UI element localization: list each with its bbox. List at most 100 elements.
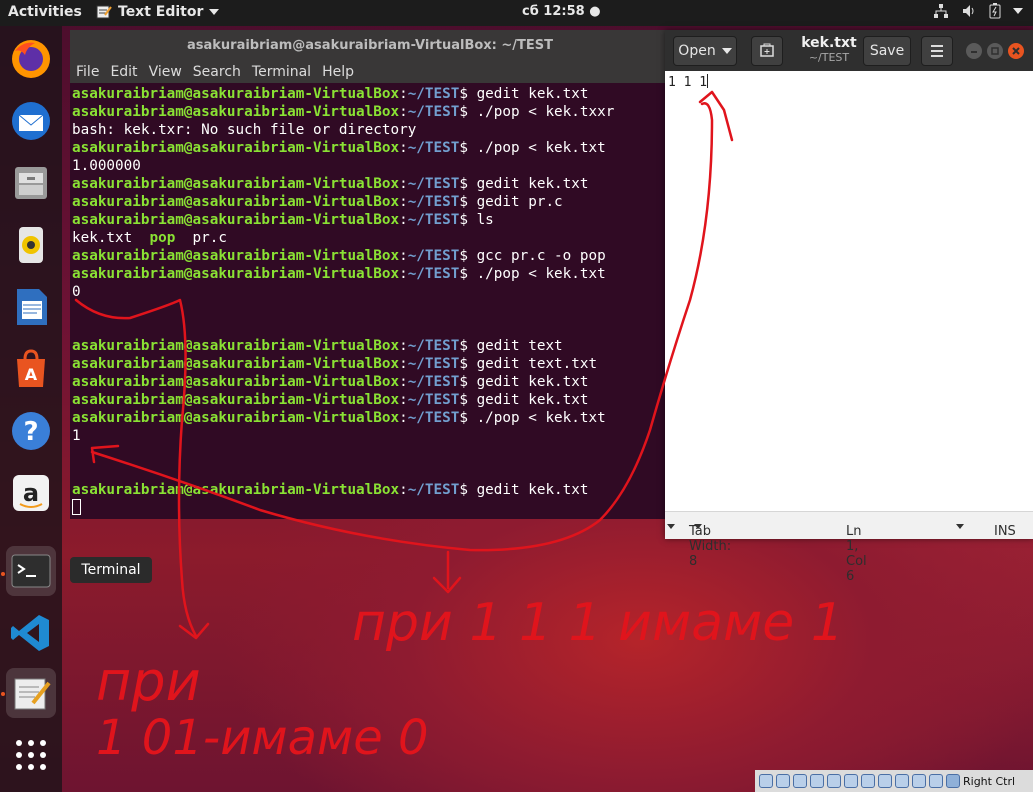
ls-entry: pr.c bbox=[192, 230, 227, 246]
dock-tooltip-label: Terminal bbox=[81, 562, 141, 578]
files-icon bbox=[15, 167, 47, 199]
apps-grid-icon bbox=[16, 740, 46, 770]
terminal-menubar: File Edit View Search Terminal Help bbox=[70, 61, 670, 83]
command-text: ./pop < kek.txt bbox=[476, 140, 606, 156]
terminal-cursor bbox=[72, 499, 81, 515]
new-tab-button[interactable] bbox=[751, 36, 783, 66]
network-icon bbox=[934, 4, 948, 18]
text-cursor bbox=[707, 74, 709, 88]
hamburger-menu-button[interactable] bbox=[921, 36, 953, 66]
terminal-menu-search[interactable]: Search bbox=[193, 64, 241, 80]
command-text: ./pop < kek.txxr bbox=[476, 104, 615, 120]
terminal-menu-file[interactable]: File bbox=[76, 64, 99, 80]
terminal-line: asakuraibriam@asakuraibriam-VirtualBox:~… bbox=[72, 392, 589, 408]
mouse-integration-icon[interactable] bbox=[929, 774, 943, 788]
display-icon[interactable] bbox=[861, 774, 875, 788]
terminal-menu-terminal[interactable]: Terminal bbox=[252, 64, 311, 80]
command-text: gedit pr.c bbox=[476, 194, 563, 210]
cpu-icon[interactable] bbox=[912, 774, 926, 788]
terminal-line: asakuraibriam@asakuraibriam-VirtualBox:~… bbox=[72, 338, 563, 354]
terminal-line: asakuraibriam@asakuraibriam-VirtualBox:~… bbox=[72, 248, 606, 264]
dock-help[interactable]: ? bbox=[6, 406, 56, 456]
prompt-path: ~/TEST bbox=[407, 212, 460, 228]
terminal-menu-edit[interactable]: Edit bbox=[110, 64, 137, 80]
close-button[interactable] bbox=[1008, 43, 1024, 59]
dock-vscode[interactable] bbox=[6, 608, 56, 658]
output-text: 0 bbox=[72, 284, 81, 300]
terminal-window: asakuraibriam@asakuraibriam-VirtualBox: … bbox=[70, 30, 670, 519]
software-icon: A bbox=[17, 349, 45, 387]
usb-icon[interactable] bbox=[827, 774, 841, 788]
terminal-line: asakuraibriam@asakuraibriam-VirtualBox:~… bbox=[72, 374, 589, 390]
running-indicator bbox=[1, 572, 5, 576]
terminal-titlebar[interactable]: asakuraibriam@asakuraibriam-VirtualBox: … bbox=[70, 30, 670, 61]
terminal-line: asakuraibriam@asakuraibriam-VirtualBox:~… bbox=[72, 410, 606, 426]
shared-folders-icon[interactable] bbox=[844, 774, 858, 788]
prompt-user: asakuraibriam@asakuraibriam-VirtualBox bbox=[72, 248, 400, 264]
video-capture-icon[interactable] bbox=[878, 774, 892, 788]
terminal-line bbox=[72, 499, 668, 517]
insert-mode-label: INS bbox=[994, 524, 1016, 539]
optical-drive-icon[interactable] bbox=[776, 774, 790, 788]
dock-amazon[interactable]: a bbox=[6, 468, 56, 518]
top-bar: Activities Text Editor сб 12:58 ● bbox=[0, 0, 1033, 26]
prompt-path: ~/TEST bbox=[407, 356, 460, 372]
command-text: ./pop < kek.txt bbox=[476, 266, 606, 282]
terminal-menu-view[interactable]: View bbox=[149, 64, 182, 80]
terminal-line: bash: kek.txr: No such file or directory bbox=[72, 121, 668, 139]
open-button[interactable]: Open bbox=[673, 36, 737, 66]
notification-dot-icon: ● bbox=[589, 4, 601, 19]
dock-libreoffice-writer[interactable] bbox=[6, 282, 56, 332]
chevron-down-icon bbox=[721, 48, 732, 54]
maximize-button[interactable] bbox=[987, 43, 1003, 59]
save-button[interactable]: Save bbox=[863, 36, 911, 66]
terminal-menu-help[interactable]: Help bbox=[322, 64, 354, 80]
prompt-path: ~/TEST bbox=[407, 266, 460, 282]
activities-button[interactable]: Activities bbox=[8, 4, 82, 20]
prompt-user: asakuraibriam@asakuraibriam-VirtualBox bbox=[72, 194, 400, 210]
terminal-line: 1.000000 bbox=[72, 157, 668, 175]
gedit-statusbar: Tab Width: 8 Ln 1, Col 6 INS bbox=[665, 511, 1033, 584]
document-name: kek.txt bbox=[801, 35, 857, 51]
dock-firefox[interactable] bbox=[6, 34, 56, 84]
minimize-button[interactable] bbox=[966, 43, 982, 59]
dock-thunderbird[interactable] bbox=[6, 96, 56, 146]
prompt-path: ~/TEST bbox=[407, 410, 460, 426]
clock[interactable]: сб 12:58 ● bbox=[522, 4, 601, 19]
command-text: gedit kek.txt bbox=[476, 86, 589, 102]
dock-text-editor[interactable] bbox=[6, 668, 56, 718]
terminal-screen[interactable]: asakuraibriam@asakuraibriam-VirtualBox:~… bbox=[70, 83, 670, 519]
prompt-path: ~/TEST bbox=[407, 194, 460, 210]
guest-additions-icon[interactable] bbox=[895, 774, 909, 788]
hdd-icon[interactable] bbox=[759, 774, 773, 788]
rhythmbox-icon bbox=[19, 227, 43, 263]
command-text: gedit kek.txt bbox=[476, 374, 589, 390]
terminal-line: asakuraibriam@asakuraibriam-VirtualBox:~… bbox=[72, 212, 494, 228]
app-menu[interactable]: Text Editor bbox=[96, 4, 220, 20]
dock-ubuntu-software[interactable]: A bbox=[6, 344, 56, 394]
output-text: 1.000000 bbox=[72, 158, 141, 174]
amazon-icon: a bbox=[13, 475, 49, 511]
dock-terminal[interactable] bbox=[6, 546, 56, 596]
prompt-user: asakuraibriam@asakuraibriam-VirtualBox bbox=[72, 356, 400, 372]
text-area[interactable]: 1 1 1 bbox=[665, 71, 1033, 511]
system-menu-chevron-icon bbox=[1013, 8, 1023, 14]
command-text: ls bbox=[476, 212, 494, 228]
prompt-path: ~/TEST bbox=[407, 86, 460, 102]
prompt-user: asakuraibriam@asakuraibriam-VirtualBox bbox=[72, 140, 400, 156]
output-text: 1 bbox=[72, 428, 81, 444]
gedit-window: Open kek.txt ~/TEST Save 1 1 1 Tab Width… bbox=[665, 30, 1033, 584]
output-text: bash: kek.txr: No such file or directory bbox=[72, 122, 417, 138]
audio-icon[interactable] bbox=[793, 774, 807, 788]
dock-files[interactable] bbox=[6, 158, 56, 208]
show-applications-button[interactable] bbox=[6, 730, 56, 780]
network-adapter-icon[interactable] bbox=[810, 774, 824, 788]
terminal-line: asakuraibriam@asakuraibriam-VirtualBox:~… bbox=[72, 86, 589, 102]
prompt-path: ~/TEST bbox=[407, 374, 460, 390]
document-content: 1 1 1 bbox=[668, 75, 708, 90]
terminal-line: asakuraibriam@asakuraibriam-VirtualBox:~… bbox=[72, 176, 589, 192]
system-tray[interactable] bbox=[933, 3, 1023, 19]
dock-rhythmbox[interactable] bbox=[6, 220, 56, 270]
prompt-user: asakuraibriam@asakuraibriam-VirtualBox bbox=[72, 266, 400, 282]
command-text: gedit text.txt bbox=[476, 356, 598, 372]
